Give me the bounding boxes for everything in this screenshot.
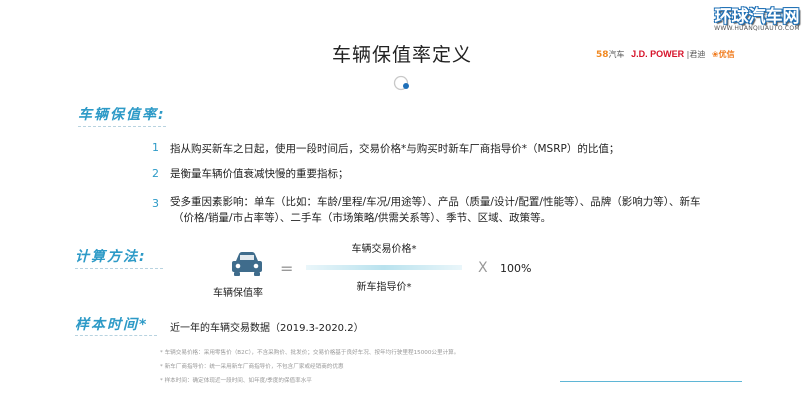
equals-sign: =: [280, 259, 294, 278]
item-number: 3: [152, 197, 159, 210]
fraction-bar: [306, 265, 462, 270]
definition-item-line2: （价格/销量/市占率等）、二手车（市场策略/供需关系等）、季节、区域、政策等。: [173, 212, 552, 224]
section-divider: [75, 335, 157, 336]
logo-58-auto: 58汽车: [596, 50, 625, 60]
formula-percent: 100%: [500, 262, 532, 275]
definition-item: 指从购买新车之日起，使用一段时间后，交易价格*与购买时新车厂商指导价*（MSRP…: [170, 143, 620, 155]
footnote: * 样本时间：确定体现近一段时间、如年度/季度的保值率水平: [160, 378, 312, 384]
formula-numerator: 车辆交易价格*: [351, 244, 417, 255]
definition-item: 是衡量车辆价值衰减快慢的重要指标；: [170, 168, 349, 180]
logo-youxin: ❀优信: [711, 50, 735, 59]
car-icon: [232, 252, 262, 276]
partner-logos: 58汽车 J.D. POWER |君迪 ❀优信: [596, 49, 735, 60]
sample-period-text: 近一年的车辆交易数据（2019.3-2020.2）: [170, 323, 364, 334]
item-number: 2: [152, 167, 159, 180]
watermark-name: 环球汽车网: [714, 7, 800, 27]
logo-jd-power-cn: |君迪: [686, 50, 706, 59]
times-sign: X: [478, 260, 488, 276]
section-divider: [75, 268, 163, 269]
definition-item-line1: 受多重因素影响：单车（比如：车龄/里程/车况/用途等）、产品（质量/设计/配置/…: [170, 196, 701, 208]
section-definition-heading: 车辆保值率:: [78, 107, 166, 123]
section-sample-heading: 样本时间*: [75, 317, 149, 333]
logo-jd-power: J.D. POWER: [631, 49, 685, 59]
section-divider: [78, 126, 166, 127]
bottom-accent-line: [560, 381, 742, 382]
item-number: 1: [152, 141, 159, 154]
formula-left-label: 车辆保值率: [213, 288, 263, 299]
circle-decoration-icon: [393, 75, 409, 91]
footnote: * 车辆交易价格：采用零售价（B2C），不含采购价、批发价；交易价格基于良好车况…: [160, 350, 460, 356]
watermark-logo: 环球汽车网 WWW.HUANQIUAUTO.COM: [712, 2, 802, 42]
footnote: * 新车厂商指导价：统一采用新车厂商指导价，不包含厂家或经销商的优惠: [160, 364, 344, 370]
watermark-url: WWW.HUANQIUAUTO.COM: [714, 25, 800, 32]
section-formula-heading: 计算方法:: [75, 249, 147, 265]
formula-denominator: 新车指导价*: [356, 282, 412, 293]
